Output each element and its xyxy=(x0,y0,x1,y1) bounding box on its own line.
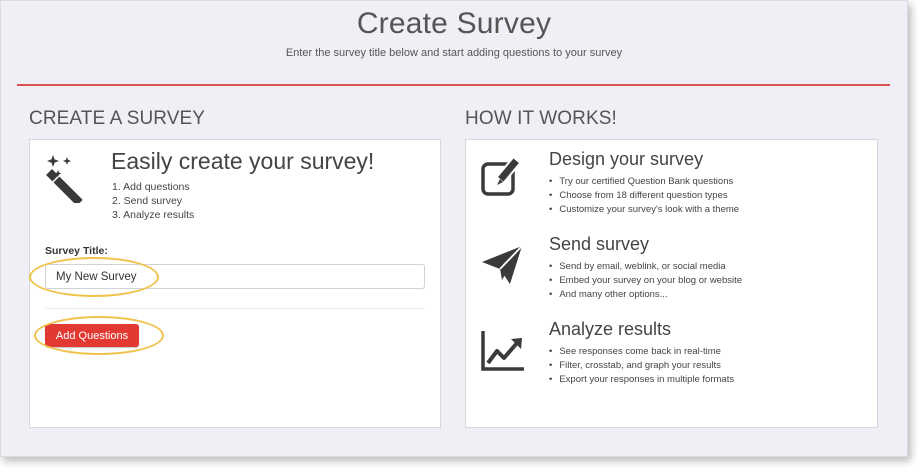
form-separator xyxy=(45,308,425,309)
send-icon xyxy=(482,245,523,284)
how-it-works-panel: Design your survey Try our certified Que… xyxy=(465,139,878,428)
bullet-item: Embed your survey on your blog or websit… xyxy=(549,274,742,288)
survey-title-input[interactable] xyxy=(45,264,425,289)
bullet-item: Choose from 18 different question types xyxy=(549,189,739,203)
how-item-bullets: Try our certified Question Bank question… xyxy=(549,175,739,217)
how-item-bullets: Send by email, weblink, or social media … xyxy=(549,260,742,302)
steps-list: 1. Add questions 2. Send survey 3. Analy… xyxy=(112,180,194,222)
step-item: 3. Analyze results xyxy=(112,209,195,221)
how-item-bullets: See responses come back in real-time Fil… xyxy=(549,345,734,387)
how-item-title: Send survey xyxy=(549,234,650,254)
bullet-item: Customize your survey's look with a them… xyxy=(549,203,739,217)
bullet-item: And many other options... xyxy=(549,288,742,302)
page-title: Create Survey xyxy=(356,7,552,40)
header-divider xyxy=(17,84,890,86)
create-survey-heading: CREATE A SURVEY xyxy=(29,108,206,129)
bullet-item: See responses come back in real-time xyxy=(549,345,734,359)
create-survey-title: Easily create your survey! xyxy=(111,148,375,174)
how-item-title: Design your survey xyxy=(549,149,704,169)
bullet-item: Filter, crosstab, and graph your results xyxy=(549,359,734,373)
step-item: 1. Add questions xyxy=(112,181,190,193)
add-questions-button[interactable]: Add Questions xyxy=(45,324,139,347)
bullet-item: Export your responses in multiple format… xyxy=(549,373,734,387)
edit-icon xyxy=(481,156,521,196)
page-frame: Create Survey Enter the survey title bel… xyxy=(0,0,908,457)
magic-wand-icon xyxy=(46,155,83,203)
page-subtitle: Enter the survey title below and start a… xyxy=(285,47,623,59)
bullet-item: Try our certified Question Bank question… xyxy=(549,175,739,189)
step-item: 2. Send survey xyxy=(112,195,183,207)
survey-title-label: Survey Title: xyxy=(45,245,108,257)
chart-icon xyxy=(481,331,524,371)
bullet-item: Send by email, weblink, or social media xyxy=(549,260,742,274)
create-survey-panel: Easily create your survey! 1. Add questi… xyxy=(29,139,441,428)
how-item-title: Analyze results xyxy=(549,319,672,339)
how-it-works-heading: HOW IT WORKS! xyxy=(465,108,617,129)
